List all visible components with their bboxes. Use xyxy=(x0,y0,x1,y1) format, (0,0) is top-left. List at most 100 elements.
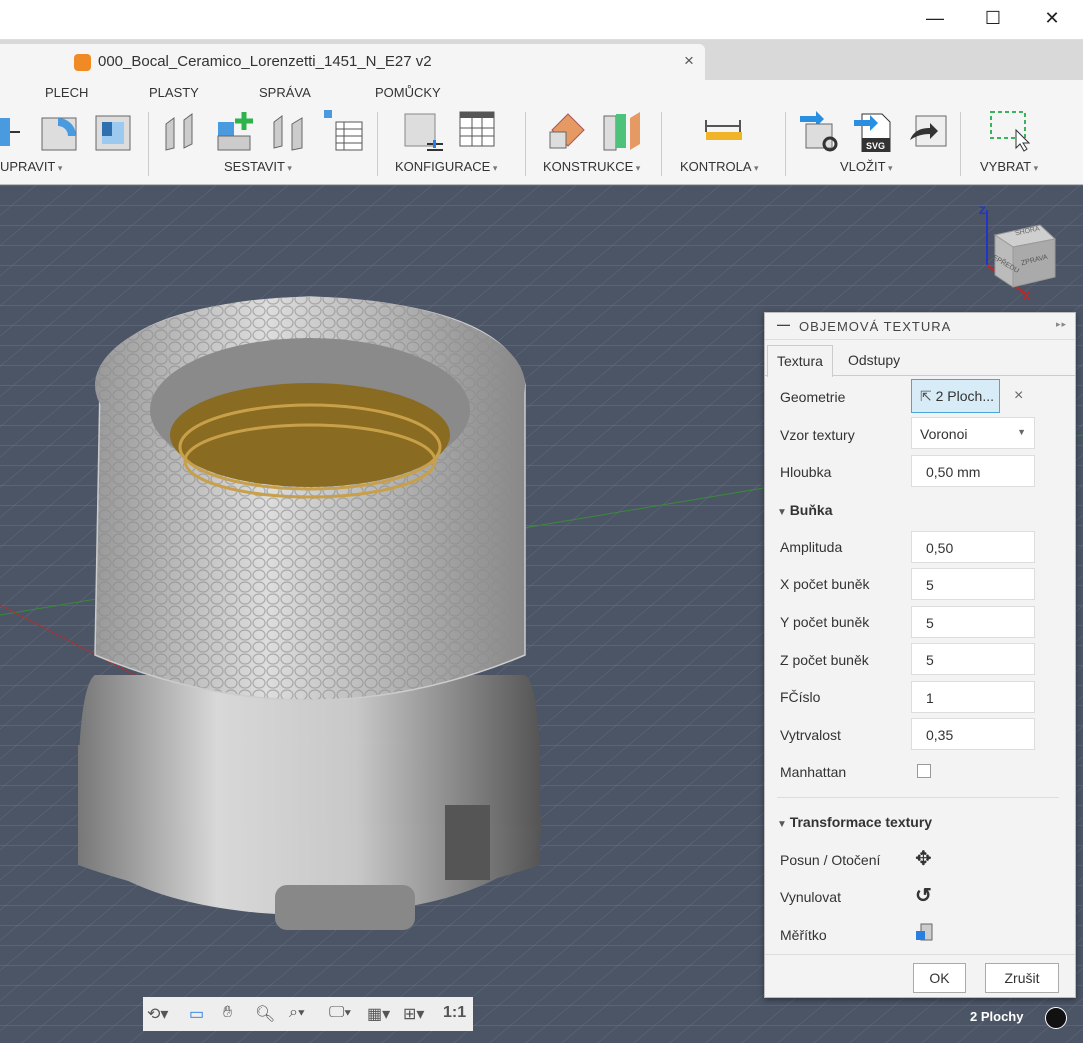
collapse-icon[interactable]: — xyxy=(777,317,791,332)
ok-button[interactable]: OK xyxy=(913,963,966,993)
configure-icon[interactable] xyxy=(403,110,443,152)
fcislo-label: FČíslo xyxy=(780,689,821,705)
divider xyxy=(777,797,1059,798)
viewcube-z-label: Z xyxy=(979,205,986,217)
vytrvalost-label: Vytrvalost xyxy=(780,727,841,743)
pan-icon[interactable]: ✋︎ xyxy=(223,1004,232,1022)
chevron-down-icon: ▼ xyxy=(1017,427,1026,437)
divider xyxy=(765,954,1075,955)
geometrie-label: Geometrie xyxy=(780,389,846,405)
upravit-group[interactable]: UPRAVIT xyxy=(0,159,62,174)
konstrukce-group[interactable]: KONSTRUKCE xyxy=(543,159,640,174)
x-cells-input[interactable]: 5 xyxy=(911,568,1035,600)
midplane-icon[interactable] xyxy=(602,110,642,152)
divider xyxy=(148,112,149,176)
amplituda-label: Amplituda xyxy=(780,539,843,555)
bunka-section-header[interactable]: Buňka xyxy=(777,502,833,518)
offset-plane-icon[interactable] xyxy=(548,110,588,152)
measure-icon[interactable] xyxy=(704,110,744,152)
sestavit-group[interactable]: SESTAVIT xyxy=(224,159,292,174)
geometrie-select-button[interactable]: ⇱ 2 Ploch... xyxy=(911,379,1000,413)
tab-textura[interactable]: Textura xyxy=(767,345,833,377)
divider xyxy=(661,112,662,176)
select-icon[interactable] xyxy=(990,110,1031,152)
zoom-ratio[interactable]: 1:1 xyxy=(443,1004,466,1022)
reset-icon[interactable]: ↺ xyxy=(915,883,932,908)
divider xyxy=(960,112,961,176)
insert-svg-icon[interactable]: SVG xyxy=(854,110,894,153)
vzor-label: Vzor textury xyxy=(780,427,855,443)
model-lampholder xyxy=(78,296,542,930)
maximize-button[interactable]: ☐ xyxy=(978,8,1008,32)
joint-icon[interactable] xyxy=(162,110,202,152)
viewcube-x-label: X xyxy=(1023,291,1030,302)
configuration-table-icon[interactable] xyxy=(458,110,498,152)
y-cells-input[interactable]: 5 xyxy=(911,606,1035,638)
vzor-dropdown[interactable]: Voronoi ▼ xyxy=(911,417,1035,449)
view-cube[interactable]: Z X SHORA ZEPŘEDU ZPRAVA xyxy=(975,205,1075,305)
bill-of-materials-icon[interactable] xyxy=(324,110,364,152)
display-settings-icon[interactable]: 🖵▾ xyxy=(329,1004,351,1022)
fit-icon[interactable]: ⌕▾ xyxy=(289,1004,305,1022)
divider xyxy=(377,112,378,176)
menu-tab-pomucky[interactable]: POMŮCKY xyxy=(375,85,441,100)
title-bar: — ☐ ✕ xyxy=(0,0,1083,40)
hloubka-input[interactable]: 0,50 mm xyxy=(911,455,1035,487)
document-tab[interactable]: 000_Bocal_Ceramico_Lorenzetti_1451_N_E27… xyxy=(0,44,705,80)
konfigurace-group[interactable]: KONFIGURACE xyxy=(395,159,497,174)
new-component-icon[interactable] xyxy=(216,110,256,152)
orbit-icon[interactable]: ⟲▾ xyxy=(147,1004,168,1024)
close-window-button[interactable]: ✕ xyxy=(1037,8,1067,32)
vlozit-group[interactable]: VLOŽIT xyxy=(840,159,893,174)
insert-derive-icon[interactable] xyxy=(800,110,840,152)
vzor-value: Voronoi xyxy=(920,426,968,442)
vynulovat-label: Vynulovat xyxy=(780,889,841,905)
insert-mesh-icon[interactable] xyxy=(908,110,948,152)
amplituda-input[interactable]: 0,50 xyxy=(911,531,1035,563)
hloubka-label: Hloubka xyxy=(780,464,832,480)
selection-status: 2 Plochy xyxy=(970,1009,1024,1024)
ribbon-toolbar: PLECH PLASTY SPRÁVA POMŮCKY UPRAVIT SEST… xyxy=(0,80,1083,185)
tab-odstupy[interactable]: Odstupy xyxy=(839,345,909,376)
grid-icon[interactable]: ▦▾ xyxy=(367,1004,390,1024)
navigation-bar: ⟲▾ ▭ ✋︎ 🔍︎ ⌕▾ 🖵▾ ▦▾ ⊞▾ 1:1 xyxy=(143,997,473,1031)
menu-tab-sprava[interactable]: SPRÁVA xyxy=(259,85,311,100)
zoom-icon[interactable]: 🔍︎ xyxy=(255,1004,275,1024)
look-at-icon[interactable]: ▭ xyxy=(189,1004,204,1024)
scale-icon[interactable] xyxy=(915,923,933,941)
fillet-icon[interactable] xyxy=(40,110,80,152)
transformace-section-header[interactable]: Transformace textury xyxy=(777,814,932,830)
geometrie-value: 2 Ploch... xyxy=(935,388,994,404)
shell-icon[interactable] xyxy=(94,110,134,152)
cursor-icon: ⇱ xyxy=(920,388,932,404)
feedback-icon[interactable] xyxy=(1045,1007,1067,1029)
svg-text:SVG: SVG xyxy=(866,141,885,151)
vybrat-group[interactable]: VYBRAT xyxy=(980,159,1038,174)
press-pull-icon[interactable] xyxy=(0,110,32,152)
manhattan-label: Manhattan xyxy=(780,764,847,780)
move-rotate-icon[interactable]: ✥ xyxy=(915,846,932,871)
document-cube-icon xyxy=(74,54,91,71)
as-built-joint-icon[interactable] xyxy=(270,110,310,152)
menu-tab-plasty[interactable]: PLASTY xyxy=(149,85,199,100)
volumetric-texture-dialog: — OBJEMOVÁ TEXTURA ▸▸ Textura Odstupy Geom… xyxy=(764,312,1076,998)
z-cells-label: Z počet buněk xyxy=(780,652,869,668)
manhattan-checkbox[interactable] xyxy=(917,764,931,778)
close-tab-button[interactable]: × xyxy=(684,51,694,71)
clear-selection-button[interactable]: × xyxy=(1014,387,1023,405)
divider xyxy=(785,112,786,176)
fcislo-input[interactable]: 1 xyxy=(911,681,1035,713)
expand-icon[interactable]: ▸▸ xyxy=(1056,319,1067,330)
y-cells-label: Y počet buněk xyxy=(780,614,870,630)
menu-tab-plech[interactable]: PLECH xyxy=(45,85,88,100)
z-cells-input[interactable]: 5 xyxy=(911,643,1035,675)
vytrvalost-input[interactable]: 0,35 xyxy=(911,718,1035,750)
dialog-title: OBJEMOVÁ TEXTURA xyxy=(799,319,952,334)
kontrola-group[interactable]: KONTROLA xyxy=(680,159,759,174)
posun-label: Posun / Otočení xyxy=(780,852,881,868)
tab-bar: 000_Bocal_Ceramico_Lorenzetti_1451_N_E27… xyxy=(0,40,1083,114)
document-title: 000_Bocal_Ceramico_Lorenzetti_1451_N_E27… xyxy=(98,53,432,70)
viewports-icon[interactable]: ⊞▾ xyxy=(403,1004,424,1024)
minimize-button[interactable]: — xyxy=(920,8,950,32)
cancel-button[interactable]: Zrušit xyxy=(985,963,1059,993)
